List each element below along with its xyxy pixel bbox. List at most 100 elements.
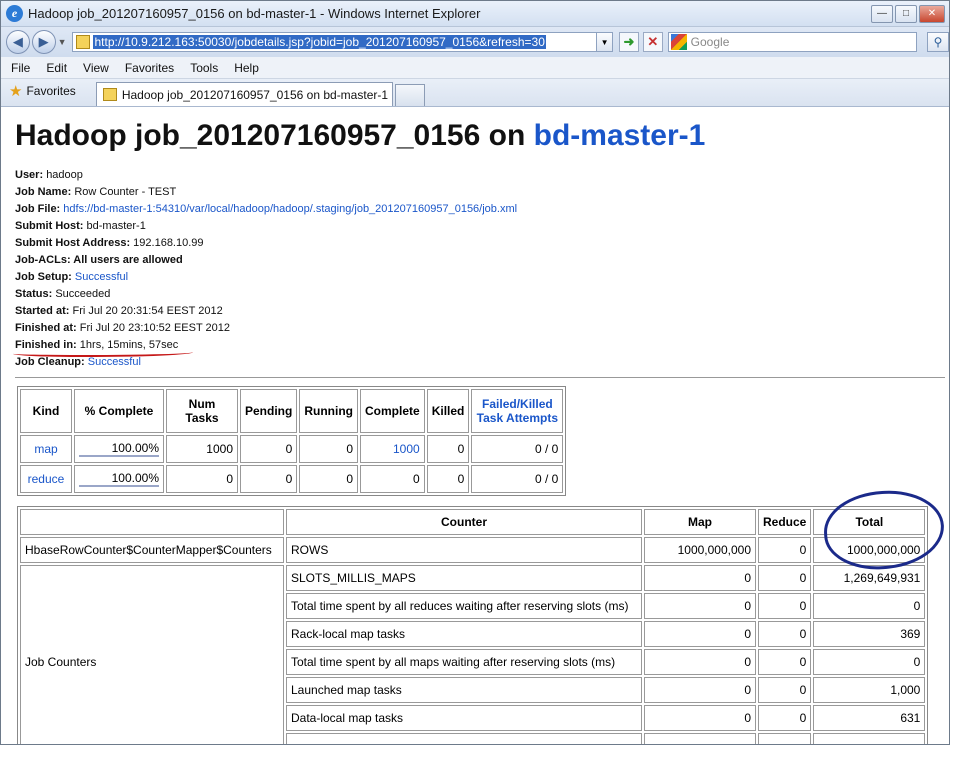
title-bar: e Hadoop job_201207160957_0156 on bd-mas… — [1, 1, 949, 27]
go-button[interactable]: ➜ — [619, 32, 639, 52]
reduce-value-cell: 0 — [758, 705, 812, 731]
window-title: Hadoop job_201207160957_0156 on bd-maste… — [28, 6, 481, 21]
table-header-row: Counter Map Reduce Total — [20, 509, 926, 535]
column-header: Reduce — [758, 509, 812, 535]
reduce-value-cell: 0 — [758, 621, 812, 647]
tab-title: Hadoop job_201207160957_0156 on bd-maste… — [121, 87, 389, 102]
menu-view[interactable]: View — [83, 61, 109, 75]
map-value-cell: 0 — [644, 649, 756, 675]
menu-favorites[interactable]: Favorites — [125, 61, 174, 75]
column-header: Num Tasks — [166, 389, 238, 433]
info-value: Fri Jul 20 20:31:54 EEST 2012 — [72, 305, 223, 317]
info-line: Job File: hdfs://bd-master-1:54310/var/l… — [15, 201, 949, 218]
info-line: Submit Host Address: 192.168.10.99 — [15, 235, 949, 252]
menu-help[interactable]: Help — [234, 61, 259, 75]
info-line: Job-ACLs: All users are allowed — [15, 252, 949, 269]
stop-button[interactable]: ✕ — [642, 32, 663, 52]
info-line: User: hadoop — [15, 167, 949, 184]
info-value: Succeeded — [55, 288, 111, 300]
num-tasks-cell: 1000 — [166, 435, 238, 463]
menu-bar: File Edit View Favorites Tools Help — [1, 57, 949, 79]
menu-edit[interactable]: Edit — [46, 61, 67, 75]
info-value: Row Counter - TEST — [74, 186, 177, 198]
url-dropdown-icon[interactable]: ▼ — [597, 32, 614, 52]
forward-button[interactable]: ▶ — [31, 30, 56, 54]
info-value-link[interactable]: Successful — [88, 356, 141, 368]
pending-cell: 0 — [240, 465, 298, 493]
map-value-cell: 0 — [644, 593, 756, 619]
reduce-value-cell: 0 — [758, 649, 812, 675]
page-icon — [76, 35, 91, 49]
kind-cell: reduce — [20, 465, 72, 493]
info-line: Job Setup: Successful — [15, 269, 949, 286]
counter-group-cell: HbaseRowCounter$CounterMapper$Counters — [20, 537, 284, 563]
column-header: Pending — [240, 389, 298, 433]
info-value-link[interactable]: Successful — [75, 271, 128, 283]
counter-name-cell: Total time spent by all maps waiting aft… — [286, 649, 642, 675]
percent-cell: 100.00% — [74, 435, 164, 463]
url-input[interactable]: http://10.9.212.163:50030/jobdetails.jsp… — [72, 32, 598, 52]
total-value-cell: 0 — [813, 593, 926, 619]
favorites-bar: ★ Favorites Hadoop job_201207160957_0156… — [1, 79, 949, 107]
menu-tools[interactable]: Tools — [190, 61, 218, 75]
search-icon[interactable]: ⚲ — [927, 32, 949, 52]
info-label: Job Cleanup: — [15, 356, 85, 368]
num-tasks-cell: 0 — [166, 465, 238, 493]
total-value-cell: 369 — [813, 621, 926, 647]
table-row: HbaseRowCounter$CounterMapper$Counters RO… — [20, 537, 926, 563]
percent-cell: 100.00% — [74, 465, 164, 493]
counter-name-cell: Rack-local map tasks — [286, 621, 642, 647]
empty-cell — [758, 733, 812, 744]
close-icon[interactable]: ✕ — [919, 4, 945, 23]
column-header: % Complete — [74, 389, 164, 433]
table-row: reduce 100.00% 0 0 0 0 0 0 / 0 — [20, 465, 564, 493]
favorites-button[interactable]: ★ Favorites — [9, 82, 76, 100]
info-value-link[interactable]: hdfs://bd-master-1:54310/var/local/hadoo… — [63, 203, 517, 215]
table-row: map 100.00% 1000 0 0 1000 0 0 / 0 — [20, 435, 564, 463]
table-row: Job Counters SLOTS_MILLIS_MAPS 0 0 1,269,649… — [20, 565, 926, 744]
failed-attempts-cell: 0 / 0 — [471, 435, 564, 463]
info-value: bd-master-1 — [86, 220, 146, 232]
total-value-cell: 1,000 — [813, 677, 926, 703]
reduce-value-cell: 0 — [758, 565, 812, 591]
column-header: Killed — [426, 389, 470, 433]
minimize-icon[interactable]: — — [871, 4, 893, 23]
page-title-text: Hadoop job_201207160957_0156 on — [15, 119, 534, 152]
map-value-cell: 0 — [644, 621, 756, 647]
task-summary-table: Kind % Complete Num Tasks Pending Runnin… — [17, 386, 567, 496]
info-line: Finished at: Fri Jul 20 23:10:52 EEST 20… — [15, 320, 949, 337]
kind-link[interactable]: reduce — [28, 472, 65, 486]
page-title-host[interactable]: bd-master-1 — [534, 119, 706, 152]
back-button[interactable]: ◀ — [6, 30, 30, 54]
reduce-value-cell: 0 — [758, 593, 812, 619]
info-label: Job File: — [15, 203, 61, 215]
column-header: Complete — [360, 389, 425, 433]
search-input[interactable]: Google — [667, 32, 918, 52]
column-header-failed[interactable]: Failed/Killed Task Attempts — [471, 389, 564, 433]
column-header: Map — [644, 509, 756, 535]
page-title: Hadoop job_201207160957_0156 on bd-maste… — [15, 119, 949, 153]
percent-complete: 100.00% — [79, 441, 159, 457]
menu-file[interactable]: File — [11, 61, 30, 75]
column-header: Counter — [286, 509, 642, 535]
complete-cell: 0 — [360, 465, 425, 493]
info-label: Job Name: — [15, 186, 72, 198]
browser-tab[interactable]: Hadoop job_201207160957_0156 on bd-maste… — [95, 82, 393, 106]
map-value-cell: 0 — [644, 677, 756, 703]
kind-link[interactable]: map — [34, 442, 57, 456]
counter-group-cell: Job Counters — [20, 565, 284, 744]
total-value-cell: 631 — [813, 705, 926, 731]
running-cell: 0 — [299, 435, 358, 463]
complete-link[interactable]: 1000 — [393, 442, 420, 456]
search-placeholder: Google — [690, 35, 730, 49]
info-value: Fri Jul 20 23:10:52 EEST 2012 — [79, 322, 231, 334]
pending-cell: 0 — [240, 435, 298, 463]
empty-cell — [286, 733, 642, 744]
history-dropdown-icon[interactable]: ▼ — [58, 37, 67, 47]
map-value-cell: 1000,000,000 — [644, 537, 756, 563]
window-controls: — □ ✕ — [871, 4, 945, 23]
address-bar: ◀ ▶ ▼ http://10.9.212.163:50030/jobdetai… — [1, 27, 949, 57]
maximize-icon[interactable]: □ — [895, 4, 917, 23]
new-tab-button[interactable] — [394, 84, 425, 106]
job-info: User: hadoop Job Name: Row Counter - TEST… — [15, 167, 949, 371]
